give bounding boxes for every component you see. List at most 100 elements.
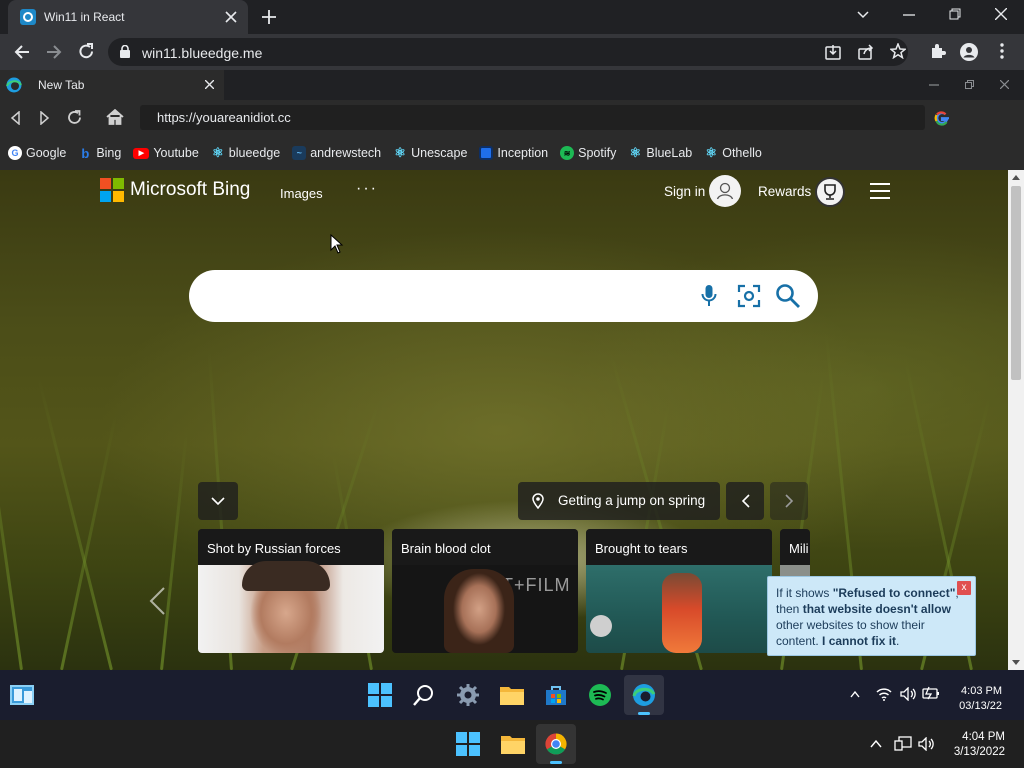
news-card[interactable]: Shot by Russian forces xyxy=(198,529,384,653)
inner-tab[interactable]: New Tab xyxy=(0,70,224,100)
taskbar-settings-button[interactable] xyxy=(448,675,488,715)
taskbar-explorer-button[interactable] xyxy=(492,675,532,715)
scroll-up-icon[interactable] xyxy=(1012,175,1020,180)
outer-tab-title: Win11 in React xyxy=(44,10,125,24)
minimize-icon[interactable] xyxy=(903,14,915,16)
tooltip-bold-text: "Refused to connect" xyxy=(832,586,956,600)
chevron-right-icon xyxy=(784,494,793,508)
date-text: 3/13/2022 xyxy=(953,746,1005,758)
inner-reload-icon[interactable] xyxy=(67,110,82,125)
visual-search-icon[interactable] xyxy=(737,284,761,308)
carousel-left-icon[interactable] xyxy=(148,586,166,616)
inner-back-icon[interactable] xyxy=(10,111,20,125)
close-window-icon[interactable] xyxy=(995,8,1007,20)
forward-arrow-icon[interactable] xyxy=(46,44,62,60)
avatar-icon[interactable] xyxy=(709,175,741,207)
inner-forward-icon[interactable] xyxy=(40,111,50,125)
bookmark-othello[interactable]: ⚛ Othello xyxy=(704,145,761,160)
news-card-image xyxy=(198,561,384,653)
bookmark-label: andrewstech xyxy=(310,146,382,160)
restore-icon[interactable] xyxy=(949,8,961,20)
nav-more-button[interactable]: ··· xyxy=(356,180,378,198)
google-icon: G xyxy=(8,146,22,160)
taskbar-chrome-button[interactable] xyxy=(536,724,576,764)
file-explorer-icon[interactable] xyxy=(500,733,526,755)
hamburger-menu-icon[interactable] xyxy=(869,182,891,200)
news-card-title: Mili xyxy=(780,529,810,565)
widgets-icon[interactable] xyxy=(10,685,34,705)
bookmark-google[interactable]: G Google xyxy=(8,146,66,160)
kebab-menu-icon[interactable] xyxy=(1000,43,1004,59)
network-icon[interactable] xyxy=(894,736,912,752)
start-button[interactable] xyxy=(360,675,400,715)
start-button[interactable] xyxy=(456,732,480,756)
bookmark-inception[interactable]: Inception xyxy=(479,146,548,160)
previous-image-button[interactable] xyxy=(726,482,764,520)
bookmark-blueedge[interactable]: ⚛ blueedge xyxy=(211,145,280,160)
outer-tab[interactable]: Win11 in React xyxy=(8,0,248,34)
taskbar-search-button[interactable] xyxy=(404,675,444,715)
back-arrow-icon[interactable] xyxy=(14,44,30,60)
bookmark-spotify[interactable]: ≋ Spotify xyxy=(560,146,616,160)
bookmark-star-icon[interactable] xyxy=(890,43,906,59)
search-icon[interactable] xyxy=(775,283,801,309)
inner-restore-icon[interactable] xyxy=(965,80,974,89)
outer-url-text: win11.blueedge.me xyxy=(142,45,263,61)
nav-images-link[interactable]: Images xyxy=(280,186,323,201)
page-scrollbar[interactable] xyxy=(1008,170,1024,670)
chevron-up-icon[interactable] xyxy=(850,691,860,698)
inner-close-window-icon[interactable] xyxy=(1000,80,1009,89)
extensions-icon[interactable] xyxy=(929,43,946,60)
news-card[interactable]: Brain blood clot T+FILM xyxy=(392,529,578,653)
reload-icon[interactable] xyxy=(78,43,95,60)
inner-toolbar: https://youareanidiot.cc xyxy=(0,100,1024,136)
win11-react-app: New Tab https://youareanidiot.cc G Googl… xyxy=(0,70,1024,720)
wifi-icon[interactable] xyxy=(876,687,892,701)
bookmark-andrewstech[interactable]: ~ andrewstech xyxy=(292,146,381,160)
install-app-icon[interactable] xyxy=(825,44,841,60)
rewards-trophy-icon[interactable] xyxy=(815,177,845,207)
react-icon: ⚛ xyxy=(705,145,718,160)
tooltip-close-button[interactable]: x xyxy=(957,581,971,595)
profile-icon[interactable] xyxy=(960,43,978,61)
inner-address-bar[interactable]: https://youareanidiot.cc xyxy=(140,105,925,130)
bing-icon: b xyxy=(81,145,90,161)
volume-icon[interactable] xyxy=(900,687,916,701)
inner-close-tab-icon[interactable] xyxy=(205,80,214,89)
scroll-thumb[interactable] xyxy=(1011,186,1021,380)
bookmark-youtube[interactable]: ▶ Youtube xyxy=(133,146,199,160)
bookmark-bluelab[interactable]: ⚛ BlueLab xyxy=(628,145,693,160)
collapse-button[interactable] xyxy=(198,482,238,520)
close-tab-icon[interactable] xyxy=(225,11,237,23)
inner-minimize-icon[interactable] xyxy=(929,84,939,86)
google-search-icon[interactable] xyxy=(934,110,950,126)
bookmark-unescape[interactable]: ⚛ Unescape xyxy=(393,145,468,160)
outer-address-bar[interactable]: win11.blueedge.me xyxy=(108,38,908,66)
signin-link[interactable]: Sign in xyxy=(664,184,705,199)
taskbar-spotify-button[interactable] xyxy=(580,675,620,715)
microphone-icon[interactable] xyxy=(701,284,717,308)
next-image-button[interactable] xyxy=(770,482,808,520)
taskbar-store-button[interactable] xyxy=(536,675,576,715)
new-tab-icon[interactable] xyxy=(262,10,276,24)
bing-logo[interactable]: Microsoft Bing xyxy=(100,178,250,202)
image-caption-button[interactable]: Getting a jump on spring xyxy=(518,482,720,520)
search-input[interactable] xyxy=(189,270,818,322)
taskbar-clock[interactable]: 4:04 PM 3/13/2022 xyxy=(940,730,1005,760)
rewards-link[interactable]: Rewards xyxy=(758,184,811,199)
inner-taskbar-clock[interactable]: 4:03 PM 03/13/22 xyxy=(938,684,1002,714)
news-card[interactable]: Brought to tears xyxy=(586,529,772,653)
share-icon[interactable] xyxy=(858,44,874,60)
chevron-down-icon[interactable] xyxy=(857,11,869,19)
home-icon[interactable] xyxy=(106,109,124,125)
news-card-title: Shot by Russian forces xyxy=(198,529,384,565)
bookmark-bing[interactable]: b Bing xyxy=(78,145,121,161)
scroll-down-icon[interactable] xyxy=(1012,660,1020,665)
bookmark-label: Unescape xyxy=(411,146,468,160)
taskbar-edge-button[interactable] xyxy=(624,675,664,715)
folder-icon xyxy=(500,687,524,705)
gear-icon xyxy=(457,684,479,706)
chevron-up-icon[interactable] xyxy=(870,740,882,748)
volume-icon[interactable] xyxy=(918,737,936,751)
inner-tab-strip: New Tab xyxy=(0,70,1024,100)
